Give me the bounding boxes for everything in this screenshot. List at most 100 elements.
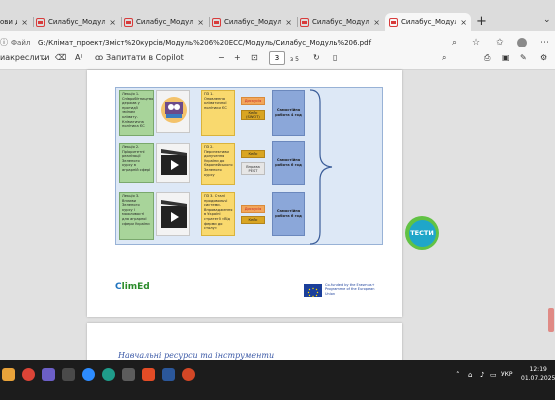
close-icon[interactable]: ×	[281, 18, 296, 27]
edge-icon[interactable]	[102, 368, 115, 381]
discussion-chip: Дискусія	[241, 97, 265, 105]
tab-0[interactable]: ови д ×	[0, 13, 32, 31]
page-number-input[interactable]: 3	[269, 51, 285, 65]
page2-heading: Навчальні ресурси та інструменти	[118, 351, 275, 360]
tab-4[interactable]: Силабус_Модуль 6.pdf ×	[300, 13, 384, 31]
app-icon[interactable]	[42, 368, 55, 381]
close-icon[interactable]: ×	[193, 18, 208, 27]
tab-divider	[209, 17, 210, 27]
tray-chevron-icon[interactable]: ˄	[456, 371, 460, 379]
close-icon[interactable]: ×	[369, 18, 384, 27]
url-field[interactable]: G:/Клімат_проект/Зміст%20курсів/Модуль%2…	[38, 39, 371, 47]
zoom-app-icon[interactable]	[82, 368, 95, 381]
eraser-icon[interactable]: ⌫	[55, 53, 66, 63]
zoom-out-button[interactable]: −	[218, 53, 225, 63]
lecture-image	[156, 90, 190, 133]
save-as-icon[interactable]: ✎	[520, 53, 527, 63]
climed-logo-rest: limEd	[121, 282, 150, 292]
lecture-box: Лекція 3. Впливи Зеленого курсу і можлив…	[119, 192, 154, 240]
lecture-box: Лекція 1. Співробітництво держав у проти…	[119, 90, 154, 136]
lecture-text: Лекція 1. Співробітництво держав у проти…	[122, 92, 154, 129]
clock[interactable]: 12:19 01.07.2025	[521, 365, 555, 383]
search-icon[interactable]: ⌕	[442, 53, 446, 63]
pdf-page: Лекція 1. Співробітництво держав у проти…	[87, 70, 439, 317]
tab-1[interactable]: Силабус_Модуль 6.pdf ×	[36, 13, 120, 31]
file-scheme-label: Файл	[11, 39, 31, 47]
tab-divider	[297, 17, 298, 27]
pdf-page-next: Навчальні ресурси та інструменти	[87, 323, 402, 363]
powerpoint-icon[interactable]	[182, 368, 195, 381]
file-explorer-icon[interactable]	[2, 368, 15, 381]
tab-0-label: ови д	[0, 18, 17, 26]
practice-box: ПЗ 2. Перспективи долучення України до Є…	[201, 143, 235, 185]
language-indicator[interactable]: УКР	[501, 371, 513, 378]
close-icon[interactable]: ×	[105, 18, 120, 27]
read-aloud-icon[interactable]: A⁾	[75, 53, 82, 63]
case-chip: Кейс	[241, 216, 265, 224]
library-illustration-icon	[161, 97, 187, 123]
lecture-text: Лекція 3. Впливи Зеленого курсу і можлив…	[122, 194, 150, 226]
tab-5-active[interactable]: Силабус_Модуль 6.pdf ×	[385, 13, 471, 31]
tab-strip: ови д × Силабус_Модуль 6.pdf × Силабус_М…	[0, 0, 555, 31]
settings-icon[interactable]: ⚙	[540, 53, 547, 63]
video-clapper-icon	[161, 149, 187, 175]
scrollbar-thumb[interactable]	[548, 308, 554, 332]
close-icon[interactable]: ×	[456, 18, 471, 27]
rotate-icon[interactable]: ↻	[313, 53, 320, 63]
page-view-icon[interactable]: ▯	[333, 53, 337, 63]
ask-copilot-button[interactable]: Запитати в Copilot	[106, 53, 184, 63]
tab-2-label: Силабус_Модуль 6.pdf	[136, 18, 194, 26]
volume-icon[interactable]: ♪	[480, 371, 484, 379]
zoom-in-button[interactable]: +	[234, 53, 241, 63]
lecture-video	[156, 143, 190, 183]
curly-brace-icon	[309, 89, 333, 245]
network-icon[interactable]: ⌂	[468, 371, 472, 379]
eu-cofunded-text: Co-funded by the Erasmus+ Programme of t…	[325, 283, 375, 296]
pdf-viewer: Лекція 1. Співробітництво держав у проти…	[0, 70, 555, 363]
clock-time: 12:19	[529, 366, 547, 373]
tab-search-icon[interactable]: ⌄	[543, 15, 551, 25]
chrome-icon[interactable]	[22, 368, 35, 381]
tab-1-label: Силабус_Модуль 6.pdf	[48, 18, 106, 26]
climed-logo: ClimEd	[115, 282, 150, 292]
tab-2[interactable]: Силабус_Модуль 6.pdf ×	[124, 13, 208, 31]
practice-text: ПЗ 3. Сталі продовольчі системи. Впровад…	[204, 194, 233, 231]
self-study-text: Самостійна робота 6 год	[275, 209, 302, 218]
page-total: з 5	[290, 56, 299, 63]
highlight-chevron-icon[interactable]: ⌄	[40, 53, 47, 63]
self-study-box: Самостійна робота 4 год	[272, 90, 305, 136]
lecture-box: Лекція 2. Пріоритетні реалізації Зеленог…	[119, 143, 154, 183]
self-study-box: Самостійна робота 6 год	[272, 141, 305, 185]
pdf-file-icon	[212, 17, 221, 27]
print-icon[interactable]: ⎙	[484, 53, 490, 63]
lecture-text: Лекція 2. Пріоритетні реалізації Зеленог…	[122, 145, 151, 172]
pdf-file-icon	[36, 17, 45, 27]
case-chip: Кейс	[241, 150, 265, 158]
case-chip: Кейс (SWOT)	[241, 110, 265, 120]
close-icon[interactable]: ×	[17, 18, 32, 27]
tab-4-label: Силабус_Модуль 6.pdf	[312, 18, 370, 26]
pdf-file-icon	[389, 17, 398, 27]
fit-page-icon[interactable]: ⊡	[251, 53, 258, 63]
tab-divider	[121, 17, 122, 27]
pdf-toolbar: иакреслити ⌄ ⌫ A⁾ ꝏ Запитати в Copilot −…	[0, 47, 555, 70]
taskbar: ˄ ⌂ ♪ ▭ УКР 12:19 01.07.2025	[0, 360, 555, 400]
tab-divider	[33, 17, 34, 27]
self-study-box: Самостійна робота 6 год	[272, 192, 305, 236]
pdf-file-icon	[124, 17, 133, 27]
climed-logo-prefix: C	[115, 282, 122, 292]
terminal-icon[interactable]	[62, 368, 75, 381]
course-diagram: Лекція 1. Співробітництво держав у проти…	[115, 87, 383, 245]
self-study-text: Самостійна робота 6 год	[275, 158, 302, 167]
app-icon[interactable]	[122, 368, 135, 381]
tab-3[interactable]: Силабус_Модуль 6.pdf ×	[212, 13, 296, 31]
app-icon[interactable]	[142, 368, 155, 381]
tests-label: ТЕСТИ	[408, 219, 436, 247]
battery-icon[interactable]: ▭	[490, 371, 497, 379]
pdf-file-icon	[300, 17, 309, 27]
self-study-text: Самостійна робота 4 год	[275, 108, 302, 117]
word-icon[interactable]	[162, 368, 175, 381]
immersive-reader-icon[interactable]: ꝏ	[95, 53, 103, 63]
save-icon[interactable]: ▣	[502, 53, 510, 63]
new-tab-button[interactable]: +	[476, 14, 487, 30]
